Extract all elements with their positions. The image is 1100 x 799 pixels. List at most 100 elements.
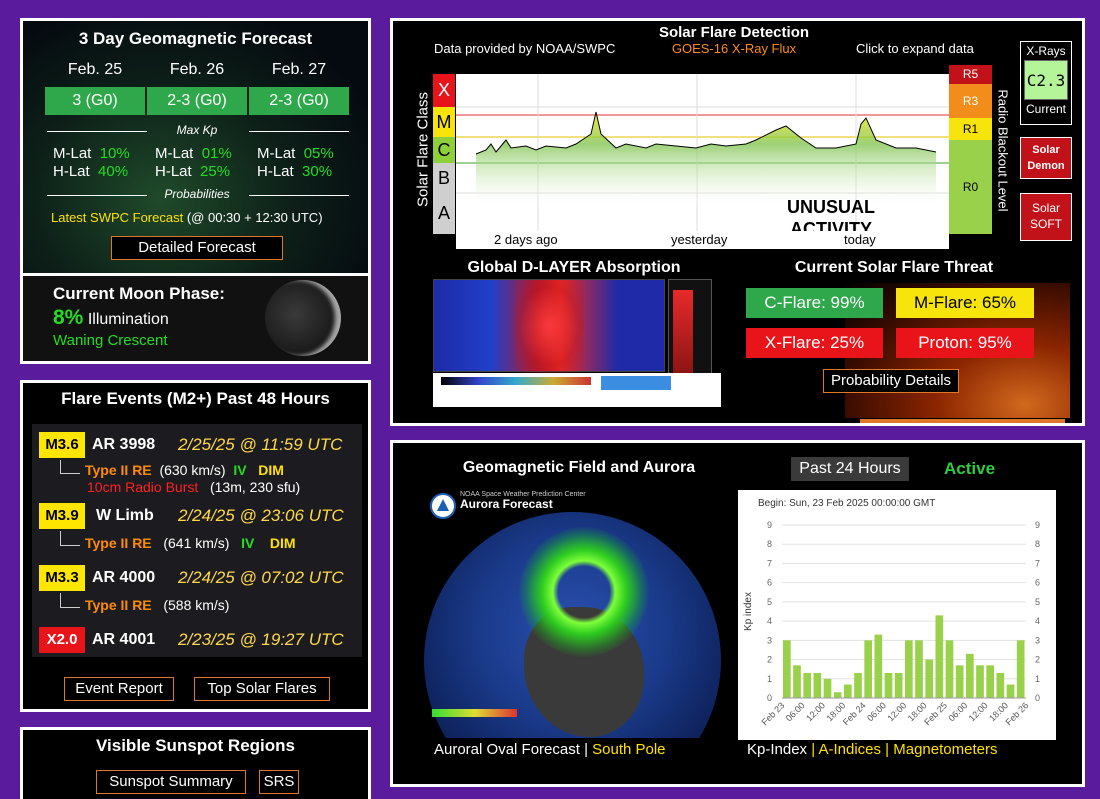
- flare-region[interactable]: AR 3998: [92, 436, 155, 454]
- proton-badge: Proton: 95%: [896, 328, 1034, 358]
- hlat-value: 40%: [98, 163, 129, 180]
- latest-forecast-link[interactable]: Latest SWPC Forecast: [51, 210, 183, 225]
- kp-bar: [966, 653, 974, 698]
- hlat-label: H-Lat: [257, 163, 294, 180]
- soft-line: SOFT: [1030, 217, 1062, 231]
- hlat-label: H-Lat: [155, 163, 192, 180]
- radio-burst-info: (13m, 230 sfu): [209, 479, 301, 495]
- kp-bar: [945, 640, 954, 698]
- demon-line: Solar: [1032, 144, 1060, 156]
- forecast-date-2: Feb. 26: [169, 61, 225, 78]
- tree-connector: [60, 460, 80, 474]
- class-a: A: [433, 193, 455, 234]
- aurora-links: Auroral Oval Forecast | South Pole: [434, 741, 666, 758]
- forecast-kp-2: 2-3 (G0): [147, 87, 247, 115]
- sunspot-panel: Visible Sunspot Regions Sunspot Summary …: [20, 727, 371, 799]
- dlayer-map[interactable]: [433, 279, 665, 373]
- c-flare-badge: C-Flare: 99%: [746, 288, 883, 318]
- south-pole-link[interactable]: South Pole: [592, 741, 665, 758]
- hlat-value: 30%: [302, 163, 333, 180]
- mlat-value: 10%: [99, 145, 130, 162]
- sunspot-summary-button[interactable]: Sunspot Summary: [96, 770, 246, 794]
- noaa-logo-icon: [430, 493, 456, 519]
- past-24-hours-label[interactable]: Past 24 Hours: [791, 457, 909, 481]
- kp-chart[interactable]: Begin: Sun, 23 Feb 2025 00:00:00 GMT 0 0 1 1…: [738, 490, 1056, 740]
- kp-y-tick-label: 8: [767, 539, 772, 549]
- type2-label: Type II RE: [85, 597, 152, 613]
- flare-region[interactable]: W Limb: [96, 507, 154, 525]
- kp-bar: [874, 634, 883, 698]
- aurora-probability-scale: [432, 709, 517, 717]
- kp-bar: [793, 665, 801, 698]
- flare-class-badge: M3.6: [39, 432, 85, 458]
- type2-label: Type II RE: [85, 535, 152, 551]
- radio-burst-label: 10cm Radio Burst: [87, 479, 199, 495]
- xray-current-widget[interactable]: X-Rays C2.3 Current: [1020, 41, 1072, 125]
- blackout-r1: R1: [949, 118, 992, 140]
- flare-region[interactable]: AR 4001: [92, 631, 155, 649]
- top-solar-flares-button[interactable]: Top Solar Flares: [194, 677, 330, 701]
- detailed-forecast-button[interactable]: Detailed Forecast: [111, 236, 283, 260]
- class-m: M: [433, 107, 455, 137]
- aurora-map[interactable]: NOAA Space Weather Prediction Center Aur…: [424, 487, 721, 738]
- blackout-r3: R3: [949, 84, 992, 118]
- kp-bar: [925, 659, 933, 698]
- expand-data-link[interactable]: Click to expand data: [856, 41, 974, 56]
- dlayer-legend-block: [601, 376, 671, 390]
- kp-bar: [813, 673, 822, 698]
- probability-details-button[interactable]: Probability Details: [823, 369, 959, 393]
- moon-phase-name: Waning Crescent: [53, 332, 168, 349]
- solar-demon-button[interactable]: Solar Demon: [1020, 137, 1072, 179]
- magnetometers-link[interactable]: Magnetometers: [893, 741, 997, 758]
- forecast-prob-1: M-Lat 10% H-Lat 40%: [53, 145, 130, 181]
- data-provider-label: Data provided by NOAA/SWPC: [434, 41, 616, 56]
- solar-soft-button[interactable]: Solar SOFT: [1020, 193, 1072, 241]
- moon-phase-title: Current Moon Phase:: [53, 284, 225, 303]
- aurora-map-title: Aurora Forecast: [460, 497, 553, 511]
- moon-percent: 8%: [53, 306, 84, 329]
- blackout-r5: R5: [949, 65, 992, 84]
- m-flare-badge: M-Flare: 65%: [896, 288, 1034, 318]
- latest-forecast-line: Latest SWPC Forecast (@ 00:30 + 12:30 UT…: [51, 210, 323, 225]
- type4-label: IV: [241, 535, 255, 551]
- forecast-kp-3: 2-3 (G0): [249, 87, 349, 115]
- forecast-kp-1: 3 (G0): [45, 87, 145, 115]
- xray-flux-subtitle: GOES-16 X-Ray Flux: [671, 41, 797, 56]
- kp-bar: [935, 615, 944, 698]
- link-separator: |: [811, 741, 816, 758]
- a-indices-link[interactable]: A-Indices: [818, 741, 881, 758]
- kp-y-tick-label: 9: [1035, 520, 1040, 530]
- kp-index-link[interactable]: Kp-Index: [747, 741, 807, 758]
- auroral-oval-link[interactable]: Auroral Oval Forecast: [434, 741, 580, 758]
- kp-y-tick-label: 0: [1035, 693, 1040, 703]
- dlayer-color-scale: [441, 377, 591, 385]
- aurora-panel: Geomagnetic Field and Aurora Past 24 Hou…: [390, 440, 1085, 787]
- radio-blackout-ladder: R5 R3 R1 R0: [949, 65, 992, 234]
- class-b: B: [433, 163, 455, 193]
- aurora-title: Geomagnetic Field and Aurora: [462, 459, 696, 476]
- xray-flux-plot[interactable]: UNUSUAL ACTIVITY: [456, 74, 949, 234]
- flare-class-badge: X2.0: [39, 627, 85, 653]
- kp-x-tick-label: 12:00: [804, 700, 827, 723]
- kp-bar: [976, 665, 984, 698]
- kp-y-tick-label: 3: [1035, 635, 1040, 645]
- tree-connector: [60, 593, 80, 608]
- kp-links: Kp-Index | A-Indices | Magnetometers: [747, 741, 997, 758]
- kp-y-tick-label: 4: [1035, 616, 1040, 626]
- geomagnetic-forecast-panel: 3 Day Geomagnetic Forecast Feb. 25 Feb. …: [20, 18, 371, 276]
- unusual-activity-annotation: UNUSUAL ACTIVITY: [756, 196, 906, 234]
- tree-connector: [60, 531, 80, 546]
- kp-bar: [783, 640, 791, 698]
- mlat-label: M-Lat: [53, 145, 92, 162]
- flare-sub-line: Type II RE (588 km/s): [85, 597, 229, 613]
- kp-bar: [864, 640, 872, 698]
- class-c: C: [433, 137, 455, 163]
- geomagnetic-forecast-title: 3 Day Geomagnetic Forecast: [78, 29, 313, 48]
- flare-events-panel: Flare Events (M2+) Past 48 Hours M3.6 AR…: [20, 380, 371, 712]
- kp-y-tick-label: 1: [767, 674, 772, 684]
- dlayer-title: Global D-LAYER Absorption: [467, 259, 681, 276]
- srs-button[interactable]: SRS: [259, 770, 299, 794]
- moon-illumination: 8% Illumination: [53, 306, 169, 330]
- flare-region[interactable]: AR 4000: [92, 569, 155, 587]
- event-report-button[interactable]: Event Report: [64, 677, 174, 701]
